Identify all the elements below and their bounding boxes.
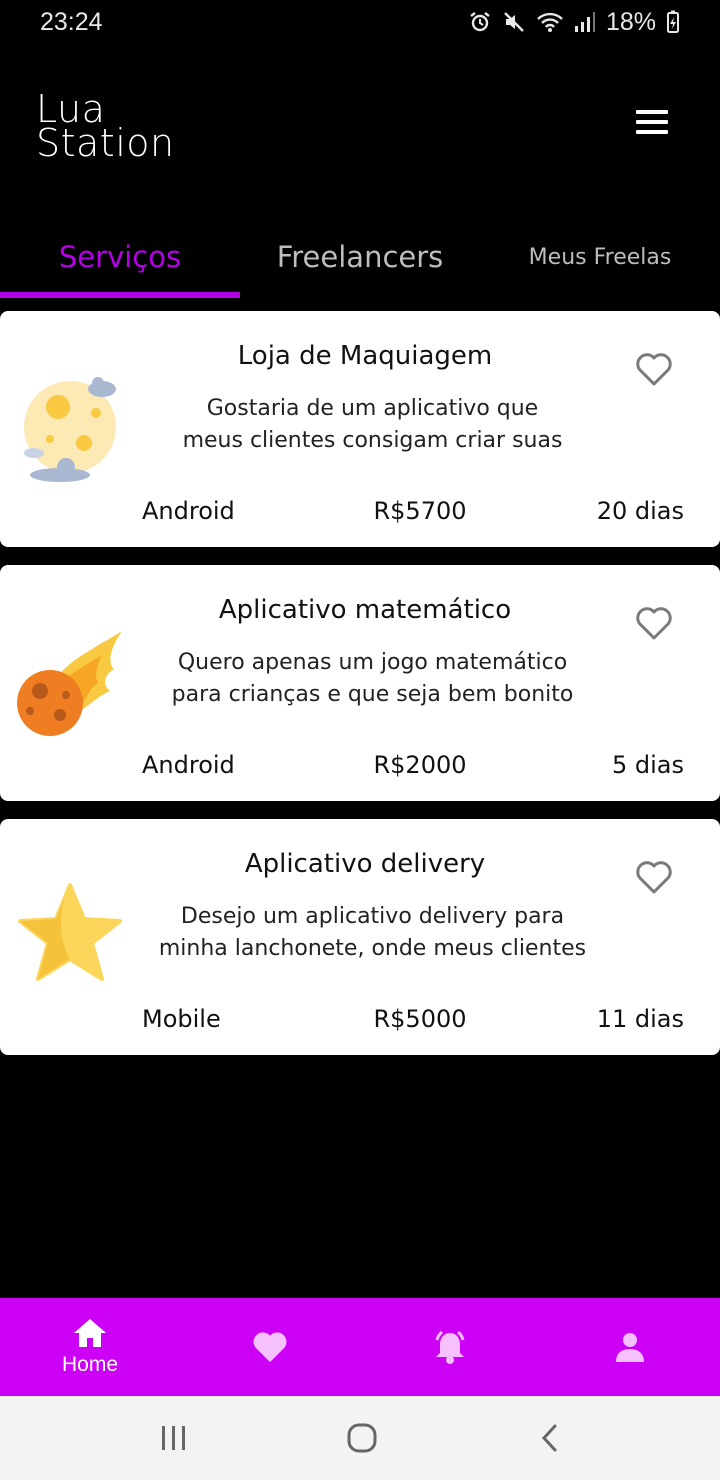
service-card[interactable]: Aplicativo matemático Quero apenas um jo… <box>0 565 720 801</box>
card-description: Quero apenas um jogo matemático para cri… <box>130 647 615 711</box>
card-desc-line: para crianças e que seja bem bonito <box>171 682 574 707</box>
hamburger-line <box>636 120 668 124</box>
favorite-heart-icon[interactable] <box>634 351 674 387</box>
card-title: Loja de Maquiagem <box>237 341 493 371</box>
card-platform: Mobile <box>142 1005 221 1033</box>
service-card[interactable]: Aplicativo delivery Desejo um aplicativo… <box>0 819 720 1055</box>
tab-servicos[interactable]: Serviços <box>0 222 240 292</box>
recents-icon <box>162 1426 185 1450</box>
hamburger-menu-icon <box>636 110 668 114</box>
signal-icon <box>574 12 595 32</box>
favorite-heart-icon[interactable] <box>634 605 674 641</box>
brand-line-2: Station <box>36 121 175 165</box>
bell-icon <box>435 1330 465 1364</box>
hamburger-menu-button[interactable] <box>630 104 674 140</box>
mute-icon <box>504 12 524 32</box>
app-bar: Lua Station <box>0 60 720 190</box>
star-icon <box>18 883 122 981</box>
card-title: Aplicativo delivery <box>244 849 486 879</box>
card-desc-line: minha lanchonete, onde meus clientes <box>158 936 587 961</box>
system-home-button[interactable] <box>332 1418 392 1458</box>
hamburger-line <box>636 130 668 134</box>
heart-icon <box>253 1332 287 1363</box>
wifi-icon <box>537 12 563 32</box>
nav-favorites[interactable] <box>180 1298 360 1396</box>
tab-bar: Serviços Freelancers Meus Freelas <box>0 222 720 298</box>
active-tab-indicator <box>0 292 240 298</box>
card-desc-line: meus clientes consigam criar suas <box>182 428 563 453</box>
card-price: R$5700 <box>373 497 467 525</box>
person-icon <box>616 1333 644 1362</box>
alarm-icon <box>470 12 490 32</box>
favorite-heart-icon[interactable] <box>634 859 674 895</box>
nav-notifications[interactable] <box>360 1298 540 1396</box>
card-platform: Android <box>142 751 235 779</box>
card-price: R$5000 <box>373 1005 467 1033</box>
moon-icon <box>24 377 116 482</box>
card-deadline: 5 dias <box>611 751 684 779</box>
status-time: 23:24 <box>40 7 103 36</box>
service-card[interactable]: Loja de Maquiagem Gostaria de um aplicat… <box>0 311 720 547</box>
battery-icon <box>667 10 679 33</box>
card-footer: Android R$2000 5 dias <box>0 751 720 785</box>
nav-home[interactable]: Home <box>0 1298 180 1396</box>
nav-home-label: Home <box>61 1353 119 1376</box>
card-desc-line: Quero apenas um jogo matemático <box>177 650 568 675</box>
tab-meus-freelas[interactable]: Meus Freelas <box>480 222 720 292</box>
back-button[interactable] <box>520 1418 580 1458</box>
brand-logo: Lua Station <box>36 90 175 165</box>
nav-profile[interactable] <box>540 1298 720 1396</box>
card-desc-line: Gostaria de um aplicativo que <box>206 396 539 421</box>
meteor-icon <box>17 631 122 736</box>
card-title: Aplicativo matemático <box>218 595 512 625</box>
card-description: Desejo um aplicativo delivery para minha… <box>130 901 615 965</box>
home-icon <box>74 1319 106 1347</box>
card-deadline: 11 dias <box>596 1005 684 1033</box>
card-deadline: 20 dias <box>596 497 684 525</box>
bottom-navigation: Home <box>0 1298 720 1396</box>
tab-label: Meus Freelas <box>528 244 672 270</box>
home-circle-icon <box>347 1423 377 1453</box>
card-footer: Android R$5700 20 dias <box>0 497 720 531</box>
tab-freelancers[interactable]: Freelancers <box>240 222 480 292</box>
back-icon <box>541 1424 557 1452</box>
status-icons: 18% <box>468 8 680 37</box>
tab-label: Serviços <box>58 240 182 274</box>
card-price: R$2000 <box>373 751 467 779</box>
recents-button[interactable] <box>144 1418 204 1458</box>
card-description: Gostaria de um aplicativo que meus clien… <box>130 393 615 457</box>
tab-label: Freelancers <box>276 240 444 274</box>
system-navigation-bar <box>0 1396 720 1480</box>
card-platform: Android <box>142 497 235 525</box>
card-footer: Mobile R$5000 11 dias <box>0 1005 720 1039</box>
card-desc-line: Desejo um aplicativo delivery para <box>180 904 565 929</box>
battery-text: 18% <box>605 7 656 36</box>
status-bar: 23:24 18% <box>0 0 720 44</box>
